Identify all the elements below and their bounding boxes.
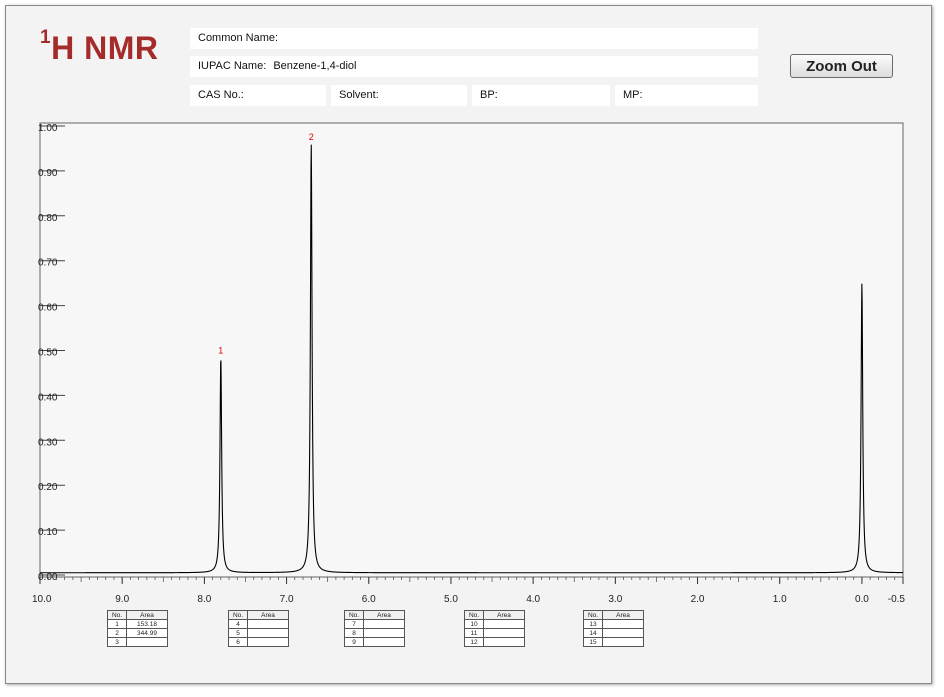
peak-area: 344.99: [126, 628, 168, 638]
peak-number: 8: [344, 628, 364, 638]
peak-number: 11: [464, 628, 484, 638]
integration-table: No. Area 1 153.18 2 344.99 3: [107, 610, 168, 647]
col-header-no: No.: [583, 610, 603, 620]
y-tick-label: 0.20: [38, 482, 58, 493]
col-header-area: Area: [126, 610, 168, 620]
y-tick-label: 0.60: [38, 303, 58, 314]
peak-number: 7: [344, 619, 364, 629]
x-tick-label: 6.0: [362, 594, 376, 605]
peak-area: [483, 619, 525, 629]
nmr-spectrum-chart[interactable]: 1.00 0.90 0.80 0.70 0.60 0.50 0.40 0.30 0.20 0.10…: [0, 0, 944, 697]
x-tick-label: 3.0: [608, 594, 622, 605]
peak-number: 10: [464, 619, 484, 629]
peak-area: 153.18: [126, 619, 168, 629]
x-tick-label: 10.0: [32, 594, 52, 605]
integration-table: No. Area 7 8 9: [344, 610, 405, 647]
col-header-no: No.: [464, 610, 484, 620]
peak-number: 3: [107, 637, 127, 647]
peak-area: [363, 637, 405, 647]
peak-number: 2: [107, 628, 127, 638]
peak-number: 5: [228, 628, 248, 638]
y-tick-label: 0.90: [38, 168, 58, 179]
peak-number: 4: [228, 619, 248, 629]
y-tick-label: 0.50: [38, 348, 58, 359]
peak-area: [363, 628, 405, 638]
table-row: 8: [344, 628, 405, 638]
peak-area: [363, 619, 405, 629]
x-tick-label: 9.0: [115, 594, 129, 605]
table-row: 10: [464, 619, 525, 629]
y-tick-label: 1.00: [38, 123, 58, 134]
peak-area: [126, 637, 168, 647]
peak-number: 9: [344, 637, 364, 647]
x-tick-label: 7.0: [280, 594, 294, 605]
table-row: 14: [583, 628, 644, 638]
x-tick-label: -0.5: [888, 594, 906, 605]
y-tick-label: 0.70: [38, 258, 58, 269]
table-row: 1 153.18: [107, 619, 168, 629]
x-tick-label: 8.0: [197, 594, 211, 605]
peak-label: 2: [309, 132, 314, 142]
peak-number: 6: [228, 637, 248, 647]
peak-area: [247, 637, 289, 647]
peak-area: [483, 637, 525, 647]
x-tick-label: 2.0: [691, 594, 705, 605]
peak-number: 1: [107, 619, 127, 629]
table-row: 5: [228, 628, 289, 638]
table-row: 15: [583, 637, 644, 647]
peak-number: 14: [583, 628, 603, 638]
x-tick-label: 1.0: [773, 594, 787, 605]
peak-number: 12: [464, 637, 484, 647]
peak-label: 1: [218, 345, 223, 355]
peak-area: [483, 628, 525, 638]
table-row: 7: [344, 619, 405, 629]
y-tick-label: 0.80: [38, 213, 58, 224]
peak-number: 13: [583, 619, 603, 629]
x-tick-label: 0.0: [855, 594, 869, 605]
peak-area: [602, 628, 644, 638]
col-header-no: No.: [344, 610, 364, 620]
integration-table: No. Area 10 11 12: [464, 610, 525, 647]
table-row: 11: [464, 628, 525, 638]
peak-area: [602, 619, 644, 629]
y-tick-label: 0.40: [38, 392, 58, 403]
plot-area: [39, 122, 904, 578]
col-header-area: Area: [247, 610, 289, 620]
table-row: 4: [228, 619, 289, 629]
y-tick-label: 0.10: [38, 527, 58, 538]
table-row: 12: [464, 637, 525, 647]
integration-table: No. Area 13 14 15: [583, 610, 644, 647]
table-row: 6: [228, 637, 289, 647]
col-header-area: Area: [363, 610, 405, 620]
peak-area: [602, 637, 644, 647]
peak-number: 15: [583, 637, 603, 647]
col-header-area: Area: [602, 610, 644, 620]
y-tick-label: 0.30: [38, 437, 58, 448]
col-header-area: Area: [483, 610, 525, 620]
table-row: 3: [107, 637, 168, 647]
col-header-no: No.: [107, 610, 127, 620]
peak-area: [247, 619, 289, 629]
col-header-no: No.: [228, 610, 248, 620]
x-tick-label: 5.0: [444, 594, 458, 605]
x-axis: 10.0 9.0 8.0 7.0 6.0 5.0 4.0 3.0 2.0 1.0 0.0 -0.5: [32, 577, 905, 605]
integration-table: No. Area 4 5 6: [228, 610, 289, 647]
x-tick-label: 4.0: [526, 594, 540, 605]
peak-area: [247, 628, 289, 638]
table-row: 9: [344, 637, 405, 647]
table-row: 2 344.99: [107, 628, 168, 638]
table-row: 13: [583, 619, 644, 629]
